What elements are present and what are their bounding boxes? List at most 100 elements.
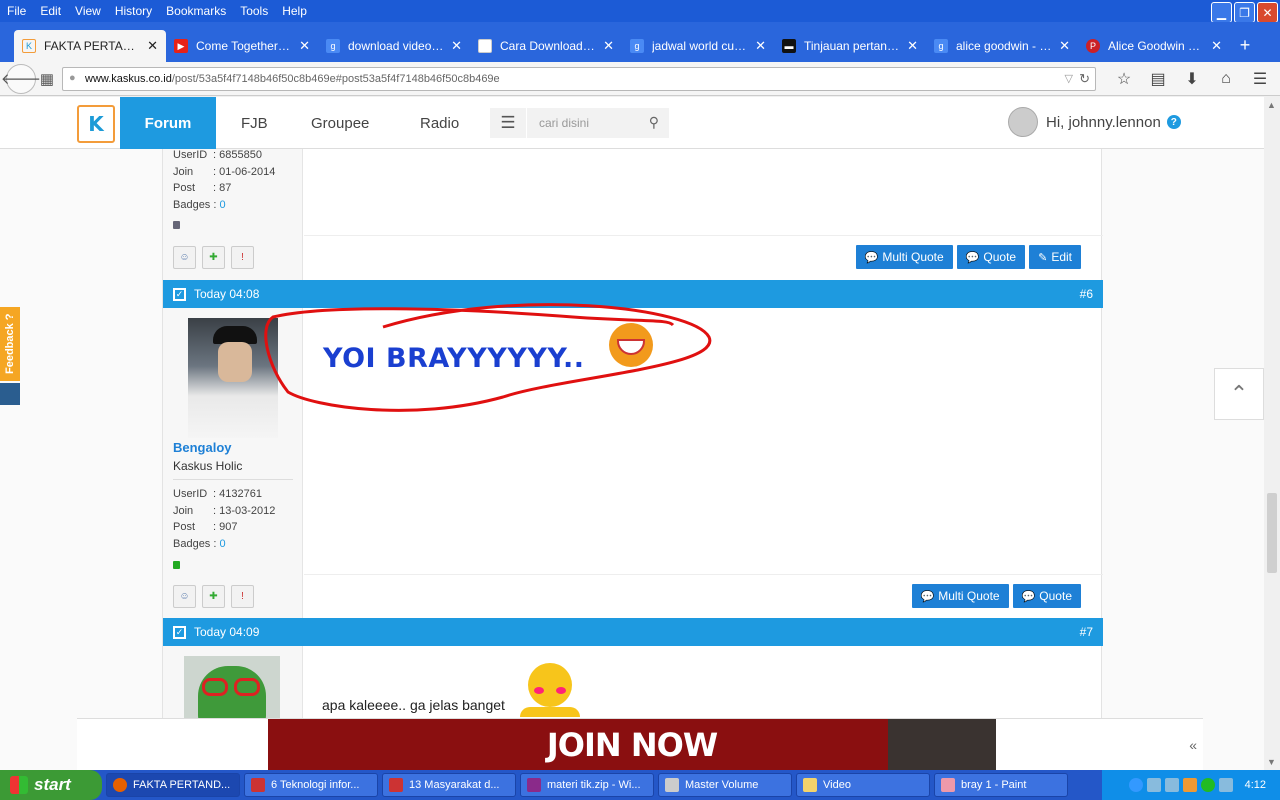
quote-button[interactable]: 💬 Quote <box>1012 584 1081 608</box>
tab-alice-google[interactable]: g alice goodwin - G... ✕ <box>926 30 1078 62</box>
post-number[interactable]: #7 <box>1080 625 1093 639</box>
close-tab-icon[interactable]: ✕ <box>147 38 158 54</box>
nav-forum[interactable]: Forum <box>120 97 216 149</box>
scroll-up-arrow-icon[interactable]: ▲ <box>1267 100 1276 110</box>
display-icon[interactable] <box>1164 778 1179 792</box>
quote-button[interactable]: 💬 Quote <box>956 245 1026 269</box>
multi-quote-button[interactable]: 💬 Multi Quote <box>855 245 953 269</box>
ad-image[interactable] <box>888 719 996 770</box>
post-number[interactable]: #6 <box>1080 287 1093 301</box>
new-tab-button[interactable]: + <box>1230 30 1260 62</box>
multi-quote-button[interactable]: 💬 Multi Quote <box>911 584 1009 608</box>
url-path: /post/53a5f4f7148b46f50c8b469e#post53a5f… <box>171 73 500 85</box>
hamburger-icon[interactable]: ☰ <box>490 108 526 138</box>
taskbar-firefox[interactable]: FAKTA PERTAND... <box>106 773 240 797</box>
post6-user-buttons: ☺ ✚ ! <box>173 585 254 608</box>
tab-pinterest[interactable]: P Alice Goodwin on ... ✕ <box>1078 30 1230 62</box>
home-icon[interactable]: ⌂ <box>1212 65 1240 93</box>
tab-title: Tinjauan pertandi... <box>804 39 902 53</box>
profile-icon[interactable]: ☺ <box>173 246 196 269</box>
tab-kaskus[interactable]: K FAKTA PERTAND... ✕ <box>14 30 166 62</box>
close-tab-icon[interactable]: ✕ <box>1059 38 1070 54</box>
badges-link[interactable]: 0 <box>219 538 225 550</box>
close-tab-icon[interactable]: ✕ <box>907 38 918 54</box>
dropdown-icon[interactable]: ▽ <box>1065 72 1073 85</box>
reading-list-icon[interactable]: ▤ <box>1144 65 1172 93</box>
close-window-button[interactable]: ✕ <box>1257 2 1278 23</box>
kaskus-logo[interactable]: K <box>77 105 115 143</box>
volume-icon <box>665 778 679 792</box>
ad-banner[interactable]: JOIN NOW <box>268 719 996 770</box>
taskbar-video-folder[interactable]: Video <box>796 773 930 797</box>
volume-tray-icon[interactable] <box>1218 778 1233 792</box>
whatsapp-icon[interactable] <box>1200 778 1215 792</box>
download-icon[interactable]: ⬇ <box>1178 65 1206 93</box>
add-friend-icon[interactable]: ✚ <box>202 585 225 608</box>
avatar[interactable] <box>1008 107 1038 137</box>
taskbar-winrar[interactable]: materi tik.zip - Wi... <box>520 773 654 797</box>
nav-groupee[interactable]: Groupee <box>311 97 369 149</box>
menu-view[interactable]: View <box>68 4 108 18</box>
back-button[interactable]: 🡐 <box>1 63 41 94</box>
help-icon[interactable]: ? <box>1166 115 1181 129</box>
profile-icon[interactable]: ☺ <box>173 585 196 608</box>
button-label: Multi Quote <box>938 589 1000 603</box>
user-menu[interactable]: Hi, johnny.lennon ? <box>1008 107 1181 137</box>
scroll-to-top-button[interactable]: ⌃ <box>1214 368 1264 420</box>
checkbox-icon[interactable]: ✓ <box>173 625 186 639</box>
nav-fjb[interactable]: FJB <box>241 97 268 149</box>
checkbox-icon[interactable]: ✓ <box>173 287 186 301</box>
menu-edit[interactable]: Edit <box>33 4 68 18</box>
vertical-scrollbar[interactable]: ▲ ▼ <box>1264 97 1280 770</box>
menu-history[interactable]: History <box>108 4 159 18</box>
tab-youtube[interactable]: ▶ Come Together B... ✕ <box>166 30 318 62</box>
post-username[interactable]: Bengaloy <box>173 440 232 455</box>
search-icon[interactable]: ⚲ <box>649 114 659 131</box>
label-post: Post <box>173 521 196 533</box>
report-icon[interactable]: ! <box>231 585 254 608</box>
antivirus-icon[interactable] <box>1182 778 1197 792</box>
start-button[interactable]: start <box>0 770 102 800</box>
feedback-label[interactable]: Feedback ? <box>0 307 20 381</box>
network-icon[interactable] <box>1146 778 1161 792</box>
taskbar-volume[interactable]: Master Volume <box>658 773 792 797</box>
hamburger-menu-icon[interactable]: ☰ <box>1246 65 1274 93</box>
scroll-down-arrow-icon[interactable]: ▼ <box>1267 757 1276 767</box>
tab-google-download[interactable]: g download video d... ✕ <box>318 30 470 62</box>
chat-icon[interactable] <box>0 383 20 405</box>
close-tab-icon[interactable]: ✕ <box>755 38 766 54</box>
nav-radio[interactable]: Radio <box>420 97 459 149</box>
close-tab-icon[interactable]: ✕ <box>299 38 310 54</box>
tab-jadwal[interactable]: g jadwal world cup ... ✕ <box>622 30 774 62</box>
add-friend-icon[interactable]: ✚ <box>202 246 225 269</box>
menu-bookmarks[interactable]: Bookmarks <box>159 4 233 18</box>
tab-cara-download[interactable]: Cara Download Vi... ✕ <box>470 30 622 62</box>
user-avatar-frog[interactable] <box>184 656 280 726</box>
minimize-button[interactable]: ▁ <box>1211 2 1232 23</box>
tray-expand-icon[interactable] <box>1128 778 1143 792</box>
close-tab-icon[interactable]: ✕ <box>603 38 614 54</box>
taskbar-word-1[interactable]: 6 Teknologi infor... <box>244 773 378 797</box>
restore-button[interactable]: ❐ <box>1234 2 1255 23</box>
bookmark-star-icon[interactable]: ☆ <box>1110 65 1138 93</box>
taskbar-paint[interactable]: bray 1 - Paint <box>934 773 1068 797</box>
edit-button[interactable]: ✎ Edit <box>1029 245 1081 269</box>
feedback-tab[interactable]: Feedback ? <box>0 307 20 407</box>
scroll-thumb[interactable] <box>1267 493 1277 573</box>
tab-tinjauan[interactable]: ▬ Tinjauan pertandi... ✕ <box>774 30 926 62</box>
page-thumbnail-icon[interactable]: ▦ <box>36 65 58 93</box>
menu-tools[interactable]: Tools <box>233 4 275 18</box>
search-input[interactable]: cari disini ⚲ <box>527 108 669 138</box>
collapse-ad-icon[interactable]: « <box>1189 737 1197 753</box>
reload-icon[interactable]: ↻ <box>1079 71 1090 87</box>
report-icon[interactable]: ! <box>231 246 254 269</box>
close-tab-icon[interactable]: ✕ <box>451 38 462 54</box>
close-tab-icon[interactable]: ✕ <box>1211 38 1222 54</box>
navigation-bar: 🡐 ▦ ● www.kaskus.co.id/post/53a5f4f7148b… <box>0 62 1280 96</box>
url-bar[interactable]: ● www.kaskus.co.id/post/53a5f4f7148b46f5… <box>62 67 1096 91</box>
taskbar-word-2[interactable]: 13 Masyarakat d... <box>382 773 516 797</box>
join-value: 01-06-2014 <box>219 165 276 178</box>
menu-help[interactable]: Help <box>275 4 314 18</box>
badges-link[interactable]: 0 <box>219 199 225 211</box>
menu-file[interactable]: File <box>0 4 33 18</box>
